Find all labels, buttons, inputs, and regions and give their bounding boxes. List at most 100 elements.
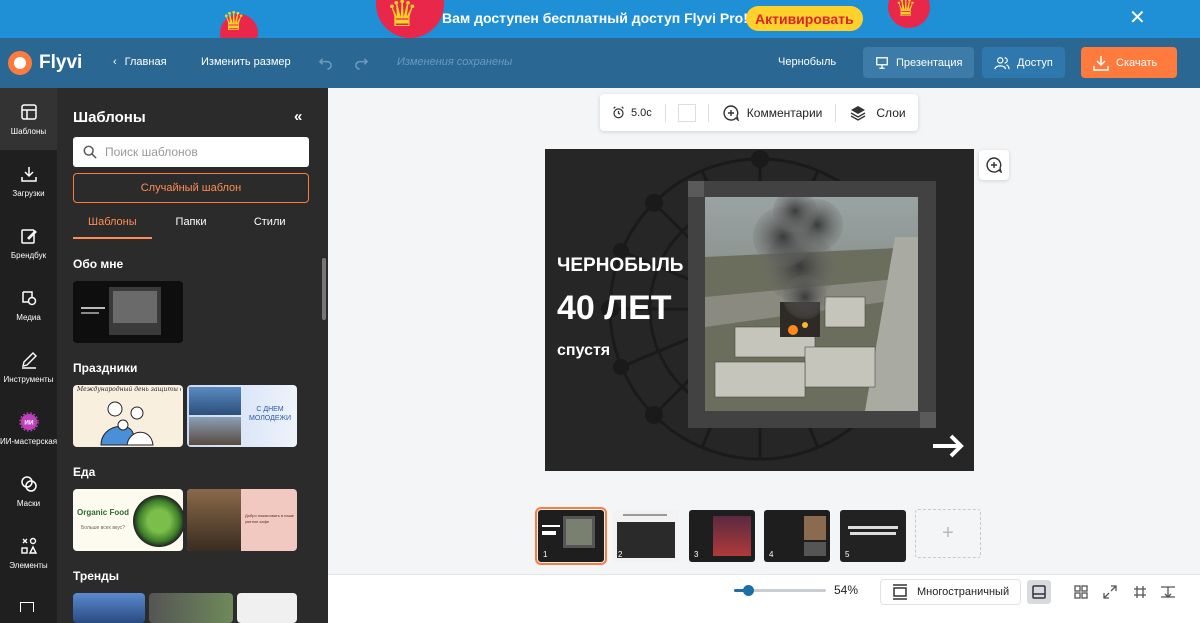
expand-icon bbox=[1103, 585, 1117, 599]
template-thumbnail[interactable] bbox=[73, 281, 183, 343]
rail-item-media[interactable]: Медиа bbox=[0, 288, 57, 322]
frame-corner bbox=[688, 181, 704, 197]
chevron-left-icon: ‹ bbox=[113, 56, 117, 68]
page-number: 2 bbox=[618, 550, 623, 559]
slide-canvas[interactable]: ЧЕРНОБЫЛЬ 40 ЛЕТ спустя bbox=[545, 149, 974, 471]
add-comment-button[interactable] bbox=[979, 150, 1009, 180]
multipage-button[interactable]: Многостраничный bbox=[880, 579, 1021, 605]
duration-control[interactable]: 5.0с bbox=[612, 106, 652, 119]
page-thumbnail-5[interactable]: 5 bbox=[840, 510, 906, 562]
single-view-button[interactable] bbox=[1027, 580, 1051, 604]
tool-rail: Шаблоны Загрузки Брендбук Медиа Инструме… bbox=[0, 88, 57, 623]
section-title: Тренды bbox=[73, 569, 119, 583]
template-thumbnail[interactable] bbox=[149, 593, 233, 623]
page-thumbnail-2[interactable]: 2 bbox=[613, 510, 679, 562]
templates-panel: Шаблоны « Случайный шаблон Шаблоны Папки… bbox=[57, 88, 328, 623]
single-page-view-icon bbox=[1032, 585, 1046, 599]
close-icon[interactable]: ✕ bbox=[1129, 8, 1146, 28]
template-thumbnail[interactable] bbox=[73, 593, 145, 623]
grid-view-button[interactable] bbox=[1069, 580, 1093, 604]
download-icon bbox=[1093, 55, 1109, 71]
search-icon bbox=[83, 145, 97, 159]
home-link[interactable]: ‹ Главная bbox=[113, 56, 167, 68]
zoom-slider-handle[interactable] bbox=[742, 585, 754, 596]
logo-icon bbox=[8, 51, 32, 75]
section-title: Праздники bbox=[73, 361, 138, 375]
comment-add-icon bbox=[986, 157, 1002, 173]
page-mini-text bbox=[850, 532, 896, 535]
frame-corner bbox=[920, 412, 936, 428]
rail-label: Медиа bbox=[16, 313, 41, 322]
photo-frame[interactable] bbox=[688, 181, 936, 428]
resize-button[interactable]: Изменить размер bbox=[201, 56, 291, 68]
media-icon bbox=[19, 288, 39, 308]
logo[interactable]: Flyvi bbox=[8, 51, 82, 75]
rail-item-tools[interactable]: Инструменты bbox=[0, 350, 57, 384]
template-thumbnail[interactable]: Organic Food Больше всех вкус? bbox=[73, 489, 183, 551]
users-icon bbox=[994, 56, 1010, 69]
slide-subtitle[interactable]: спустя bbox=[557, 342, 610, 360]
comments-button[interactable]: Комментарии bbox=[723, 104, 822, 121]
layers-label: Слои bbox=[876, 105, 906, 120]
rail-label: Элементы bbox=[9, 561, 48, 570]
page-thumbnail-4[interactable]: 4 bbox=[764, 510, 830, 562]
rail-label: Шаблоны bbox=[10, 127, 47, 136]
collapse-panel-icon[interactable]: « bbox=[294, 108, 302, 125]
access-button[interactable]: Доступ bbox=[982, 47, 1065, 78]
presentation-label: Презентация bbox=[896, 56, 963, 69]
panel-scrollbar[interactable] bbox=[322, 258, 326, 320]
search-input[interactable] bbox=[105, 145, 295, 159]
power-plant-photo[interactable] bbox=[705, 197, 918, 411]
zoom-value[interactable]: 54% bbox=[834, 583, 858, 597]
template-thumbnail[interactable]: Добро пожаловать в наше уютное кафе bbox=[187, 489, 297, 551]
background-color-swatch[interactable] bbox=[677, 103, 696, 122]
bottom-bar: 54% Многостраничный bbox=[328, 574, 1200, 623]
page-mini-text bbox=[848, 526, 898, 529]
page-thumbnail-1[interactable]: 1 bbox=[535, 507, 607, 565]
thumb-decoration bbox=[81, 307, 105, 309]
tab-styles[interactable]: Стили bbox=[230, 214, 309, 239]
access-label: Доступ bbox=[1017, 56, 1053, 69]
page-mini-photo bbox=[566, 519, 592, 545]
home-label: Главная bbox=[124, 56, 167, 68]
redo-icon[interactable] bbox=[354, 55, 369, 70]
template-search[interactable] bbox=[73, 137, 309, 167]
fullscreen-button[interactable] bbox=[1098, 580, 1122, 604]
download-button[interactable]: Скачать bbox=[1081, 47, 1177, 78]
thumb-decoration bbox=[189, 417, 241, 445]
template-thumbnail[interactable] bbox=[237, 593, 297, 623]
guides-button[interactable] bbox=[1156, 580, 1180, 604]
template-thumbnail[interactable]: Международный день защиты детей bbox=[73, 385, 183, 447]
rail-item-brandbook[interactable]: Брендбук bbox=[0, 226, 57, 260]
rail-item-uploads[interactable]: Загрузки bbox=[0, 164, 57, 198]
pencil-icon bbox=[19, 350, 39, 370]
thumb-decoration bbox=[133, 495, 183, 547]
add-page-button[interactable]: + bbox=[915, 509, 981, 558]
slide-title-line[interactable]: ЧЕРНОБЫЛЬ bbox=[557, 255, 683, 277]
rail-item-elements[interactable]: Элементы bbox=[0, 536, 57, 570]
presentation-button[interactable]: Презентация bbox=[863, 47, 975, 78]
grid-view-icon bbox=[1074, 585, 1088, 599]
slide-title-line[interactable]: 40 ЛЕТ bbox=[557, 289, 672, 328]
template-thumbnail[interactable]: С ДНЕМ МОЛОДЕЖИ bbox=[187, 385, 297, 447]
grid-toggle-button[interactable] bbox=[1128, 580, 1152, 604]
project-name[interactable]: Чернобыль bbox=[778, 56, 836, 68]
power-plant-image bbox=[705, 197, 918, 411]
duration-value: 5.0с bbox=[631, 106, 652, 119]
page-thumbnail-3[interactable]: 3 bbox=[689, 510, 755, 562]
activate-button[interactable]: Активировать bbox=[746, 6, 863, 31]
layers-button[interactable]: Слои bbox=[850, 105, 906, 121]
arrow-right-icon[interactable] bbox=[931, 433, 965, 459]
page-mini-text bbox=[623, 514, 667, 516]
rail-item-templates[interactable]: Шаблоны bbox=[0, 88, 57, 150]
tab-folders[interactable]: Папки bbox=[152, 214, 231, 239]
undo-icon[interactable] bbox=[318, 55, 333, 70]
tab-templates[interactable]: Шаблоны bbox=[73, 214, 152, 239]
rail-item-ai-workshop[interactable]: ИИ ИИ-мастерская bbox=[0, 412, 57, 446]
rail-item-masks[interactable]: Маски bbox=[0, 474, 57, 508]
mask-icon bbox=[19, 474, 39, 494]
rail-more-icon[interactable] bbox=[20, 602, 34, 612]
zoom-slider[interactable] bbox=[734, 585, 826, 596]
random-template-button[interactable]: Случайный шаблон bbox=[73, 173, 309, 203]
thumb-decoration bbox=[113, 291, 157, 323]
